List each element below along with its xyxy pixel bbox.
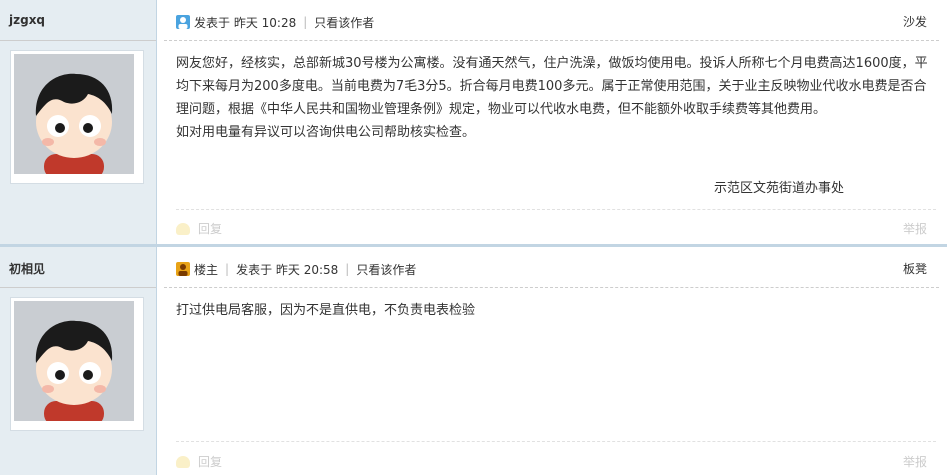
paragraph: 打过供电局客服，因为不是直供电，不负责电表检验 — [176, 303, 476, 318]
avatar[interactable] — [10, 50, 144, 184]
post-2: 初相见 楼主 | 发表于 昨天 20:58 | 只看该作者 板凳 打过供电局客服… — [0, 247, 947, 475]
avatar[interactable] — [10, 297, 144, 431]
author-sidebar: jzgxq — [0, 0, 157, 244]
report-button[interactable]: 举报 — [903, 453, 927, 470]
signature: 示范区文苑街道办事处 — [714, 181, 845, 196]
reply-label: 回复 — [198, 222, 223, 236]
post-1: jzgxq 发表于 昨天 10:28 | 只看该作者 沙发 网友您好，经核实，总… — [0, 0, 947, 244]
author-name[interactable]: jzgxq — [9, 13, 45, 27]
floor-label[interactable]: 板凳 — [903, 260, 927, 277]
author-name[interactable]: 初相见 — [9, 260, 45, 277]
paragraph: 网友您好，经核实，总部新城30号楼为公寓楼。没有通天然气，住户洗澡，做饭均使用电… — [176, 56, 928, 117]
post-time: 发表于 昨天 20:58 — [236, 262, 339, 277]
post-time: 发表于 昨天 10:28 — [194, 15, 297, 30]
reply-icon — [176, 455, 190, 468]
divider — [0, 40, 156, 41]
owner-icon — [176, 262, 190, 276]
pipe-divider: | — [345, 262, 350, 276]
user-icon — [176, 15, 190, 29]
divider — [164, 287, 939, 289]
default-avatar-icon — [14, 301, 134, 421]
only-author-link[interactable]: 只看该作者 — [314, 14, 374, 31]
post-body: 打过供电局客服，因为不是直供电，不负责电表检验 — [176, 299, 936, 322]
reply-button[interactable]: 回复 — [176, 220, 222, 237]
reply-label: 回复 — [198, 455, 223, 469]
post-content: 楼主 | 发表于 昨天 20:58 | 只看该作者 板凳 打过供电局客服，因为不… — [164, 247, 939, 475]
pipe-divider: | — [225, 262, 230, 276]
reply-button[interactable]: 回复 — [176, 453, 222, 470]
author-sidebar: 初相见 — [0, 247, 157, 475]
post-meta: 发表于 昨天 10:28 | 只看该作者 — [176, 13, 936, 31]
report-button[interactable]: 举报 — [903, 220, 927, 237]
only-author-link[interactable]: 只看该作者 — [356, 261, 416, 278]
divider — [0, 287, 156, 288]
post-content: 发表于 昨天 10:28 | 只看该作者 沙发 网友您好，经核实，总部新城30号… — [164, 0, 939, 244]
post-meta: 楼主 | 发表于 昨天 20:58 | 只看该作者 — [176, 260, 936, 278]
divider — [176, 441, 936, 442]
default-avatar-icon — [14, 54, 134, 174]
divider — [164, 40, 939, 42]
paragraph: 如对用电量有异议可以咨询供电公司帮助核实检查。 — [176, 125, 476, 140]
owner-label: 楼主 — [194, 262, 219, 277]
post-body: 网友您好，经核实，总部新城30号楼为公寓楼。没有通天然气，住户洗澡，做饭均使用电… — [176, 52, 936, 144]
reply-icon — [176, 222, 190, 235]
divider — [176, 209, 936, 210]
floor-label[interactable]: 沙发 — [903, 13, 927, 30]
pipe-divider: | — [303, 15, 308, 29]
